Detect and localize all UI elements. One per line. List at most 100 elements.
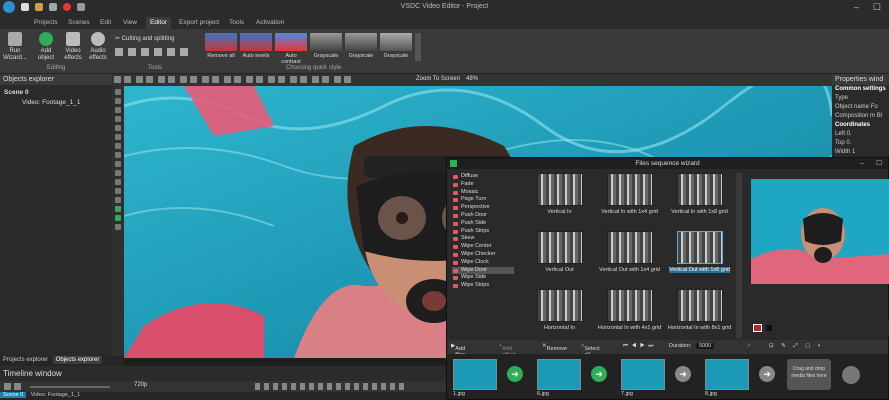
quick-style-auto-levels[interactable]: Auto levels: [240, 33, 272, 59]
resolution-select[interactable]: 720p: [134, 382, 147, 388]
menu-scenes[interactable]: Scenes: [64, 17, 94, 29]
add-effect-button[interactable]: + Add effect: [499, 343, 516, 358]
menu-tools[interactable]: Tools: [225, 17, 248, 29]
menu-export-project[interactable]: Export project: [175, 17, 223, 29]
tree-video[interactable]: Video: Footage_1_1: [4, 98, 108, 108]
remove-button[interactable]: ✕ Remove: [542, 343, 567, 352]
tool-icon[interactable]: [115, 215, 121, 221]
quick-style-scroll[interactable]: [415, 33, 421, 61]
cutting-splitting-button[interactable]: ✂ Cutting and splitting: [115, 35, 174, 42]
duration-input[interactable]: 5000: [696, 343, 715, 349]
tool-icon[interactable]: [115, 89, 121, 95]
tool-icon[interactable]: [343, 76, 351, 83]
select-all-button[interactable]: ○ Select all: [581, 343, 600, 358]
tool-icon[interactable]: [115, 143, 121, 149]
preview-tools[interactable]: ⊡ ✎ ⤢ ▢ ◐: [769, 343, 824, 350]
tool-icon[interactable]: [115, 152, 121, 158]
drop-zone[interactable]: Drag and drop media files here: [787, 359, 831, 390]
tool-icon[interactable]: [145, 76, 153, 83]
menu-edit[interactable]: Edit: [96, 17, 115, 29]
tool-icon[interactable]: [128, 48, 136, 56]
transition-item[interactable]: Push Strips: [452, 228, 514, 236]
zoom-mode-select[interactable]: Zoom To Screen: [416, 76, 460, 82]
tool-icon[interactable]: [311, 76, 319, 83]
prop-row[interactable]: Common settings: [832, 85, 889, 94]
quick-style-grayscale-3[interactable]: Grayscale: [380, 33, 412, 59]
transition-option[interactable]: Vertical In: [527, 173, 592, 215]
transition-item[interactable]: Wipe Checker: [452, 251, 514, 259]
tool-icon[interactable]: [245, 76, 253, 83]
tool-icon[interactable]: [321, 76, 329, 83]
menu-editor[interactable]: Editor: [146, 17, 171, 29]
tool-icon[interactable]: [115, 125, 121, 131]
transition-item[interactable]: Diffuse: [452, 173, 514, 181]
transition-option[interactable]: Vertical In with 1x4 grid: [597, 173, 662, 215]
tool-icon[interactable]: [333, 76, 341, 83]
tool-icon[interactable]: [255, 76, 263, 83]
tool-icon[interactable]: [179, 76, 187, 83]
stop-icon[interactable]: [14, 383, 21, 390]
tool-icon[interactable]: [141, 48, 149, 56]
grid-scrollbar[interactable]: [736, 173, 742, 338]
volume-slider[interactable]: [30, 386, 110, 388]
transition-item[interactable]: Mosaic: [452, 189, 514, 197]
tool-icon[interactable]: [154, 48, 162, 56]
transition-item[interactable]: Perspective: [452, 204, 514, 212]
file-thumbnail[interactable]: [705, 359, 749, 390]
play-icon[interactable]: [4, 383, 11, 390]
check-icon[interactable]: ✔: [747, 343, 752, 349]
transition-item[interactable]: Skew: [452, 235, 514, 243]
transition-arrow-icon[interactable]: ➜: [759, 366, 775, 382]
transition-option-selected[interactable]: Vertical Out with 1x8 grid: [667, 231, 732, 273]
prop-row[interactable]: Coordinates: [832, 121, 889, 130]
transition-option[interactable]: Vertical In with 1x8 grid: [667, 173, 732, 215]
tab-projects-explorer[interactable]: Projects explorer: [0, 356, 51, 364]
transition-option[interactable]: Horizontal In with 4x1 grid: [597, 289, 662, 331]
transition-item[interactable]: Page Turn: [452, 196, 514, 204]
menu-activation[interactable]: Activation: [252, 17, 288, 29]
tool-icon[interactable]: [167, 48, 175, 56]
transition-item[interactable]: Push Door: [452, 212, 514, 220]
maximize-icon[interactable]: ☐: [873, 2, 881, 13]
transition-item[interactable]: Wipe Door: [452, 266, 514, 275]
playback-buttons[interactable]: [255, 383, 405, 390]
tool-icon[interactable]: [114, 76, 121, 83]
audio-effects-button[interactable]: Audio effects: [85, 32, 111, 62]
tool-icon[interactable]: [267, 76, 275, 83]
tool-icon[interactable]: [115, 107, 121, 113]
tool-icon[interactable]: [233, 76, 241, 83]
transition-item[interactable]: Wipe Strips: [452, 282, 514, 290]
tool-icon[interactable]: [115, 116, 121, 122]
run-wizard-button[interactable]: Run Wizard...: [2, 32, 28, 62]
tool-icon[interactable]: [115, 179, 121, 185]
tool-icon[interactable]: [135, 76, 143, 83]
transition-item[interactable]: Wipe Clock: [452, 259, 514, 267]
maximize-icon[interactable]: ☐: [876, 158, 882, 169]
tool-icon[interactable]: [115, 188, 121, 194]
menu-projects[interactable]: Projects: [30, 17, 61, 29]
transition-option[interactable]: Vertical Out with 1x4 grid: [597, 231, 662, 273]
transition-item[interactable]: Wipe Center: [452, 243, 514, 251]
transition-option[interactable]: Horizontal In with 8x1 grid: [667, 289, 732, 331]
tool-icon[interactable]: [157, 76, 165, 83]
quick-style-grayscale-1[interactable]: Grayscale: [310, 33, 342, 59]
file-thumbnail[interactable]: [621, 359, 665, 390]
tool-icon[interactable]: [115, 161, 121, 167]
transition-arrow-icon[interactable]: ➜: [591, 366, 607, 382]
stop-icon[interactable]: [766, 325, 772, 331]
tree-scene[interactable]: Scene 0: [4, 88, 108, 98]
tool-icon[interactable]: [115, 170, 121, 176]
add-object-button[interactable]: Add object: [33, 32, 59, 62]
tab-scene[interactable]: Scene 0: [0, 392, 27, 398]
tool-icon[interactable]: [180, 48, 188, 56]
video-effects-button[interactable]: Video effects: [60, 32, 86, 62]
tool-icon[interactable]: [115, 206, 121, 212]
quick-style-auto-contrast[interactable]: Auto contrast: [275, 33, 307, 65]
add-files-button[interactable]: ▶ Add files: [451, 343, 465, 358]
transition-arrow-icon[interactable]: ➜: [507, 366, 523, 382]
quick-style-remove-all[interactable]: Remove all: [205, 33, 237, 59]
tool-icon[interactable]: [115, 98, 121, 104]
tool-icon[interactable]: [289, 76, 297, 83]
quick-style-grayscale-2[interactable]: Grayscale: [345, 33, 377, 59]
menu-view[interactable]: View: [119, 17, 141, 29]
